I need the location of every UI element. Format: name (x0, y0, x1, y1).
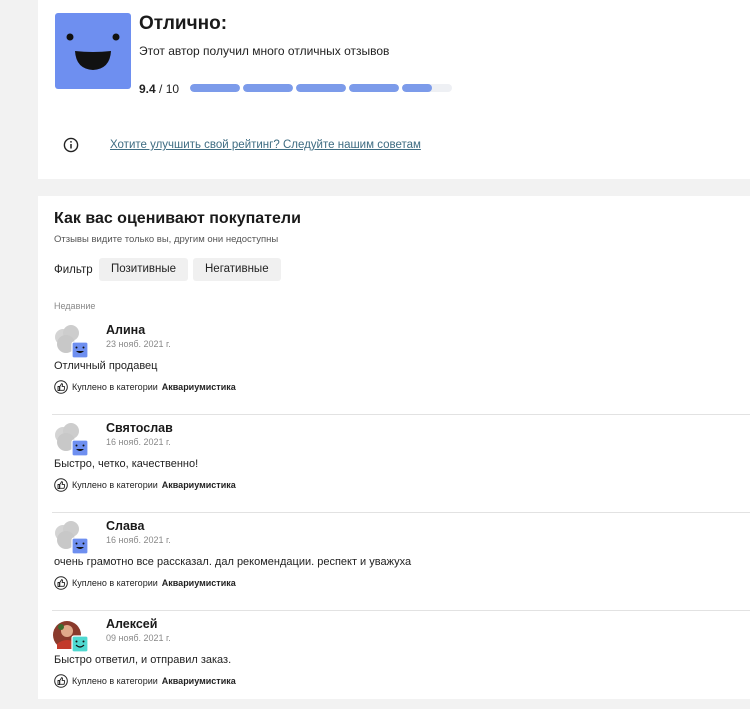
rating-bar-fill (349, 84, 399, 92)
purchase-info: Куплено в категории Аквариумистика (54, 674, 236, 688)
purchase-category: Аквариумистика (161, 480, 236, 490)
review-date: 23 нояб. 2021 г. (106, 339, 171, 349)
review-item: Алексей 09 нояб. 2021 г. Быстро ответил,… (38, 612, 750, 709)
review-date: 16 нояб. 2021 г. (106, 437, 171, 447)
purchase-prefix: Куплено в категории (72, 480, 158, 490)
avatar (53, 520, 91, 556)
avatar (53, 422, 91, 458)
recent-section-label: Недавние (54, 301, 96, 311)
rating-bar-fill (402, 84, 432, 92)
purchase-category: Аквариумистика (161, 676, 236, 686)
reviews-title: Как вас оценивают покупатели (54, 210, 301, 227)
rating-description: Этот автор получил много отличных отзыво… (139, 44, 390, 58)
thumbs-up-icon (54, 380, 68, 394)
filter-negative-button[interactable]: Негативные (193, 258, 281, 281)
review-date: 09 нояб. 2021 г. (106, 633, 171, 643)
review-item: Слава 16 нояб. 2021 г. очень грамотно вс… (38, 514, 750, 611)
purchase-prefix: Куплено в категории (72, 578, 158, 588)
reviews-subtitle: Отзывы видите только вы, другим они недо… (54, 234, 279, 245)
thumbs-up-icon (54, 478, 68, 492)
rating-score: 9.4 / 10 (139, 82, 179, 96)
purchase-info: Куплено в категории Аквариумистика (54, 576, 236, 590)
purchase-category: Аквариумистика (161, 382, 236, 392)
avatar (53, 324, 91, 360)
purchase-info: Куплено в категории Аквариумистика (54, 478, 236, 492)
rating-bar-fill (296, 84, 346, 92)
avatar (53, 618, 91, 654)
score-max: / 10 (159, 82, 180, 96)
improve-rating-link[interactable]: Хотите улучшить свой рейтинг? Следуйте н… (110, 139, 421, 151)
thumbs-up-icon (54, 576, 68, 590)
rating-bar (296, 84, 346, 92)
review-author: Слава (106, 519, 145, 533)
review-text: Быстро, четко, качественно! (54, 458, 199, 470)
purchase-prefix: Куплено в категории (72, 676, 158, 686)
rating-title: Отлично: (139, 13, 228, 34)
rating-bar-fill (190, 84, 240, 92)
review-item: Алина 23 нояб. 2021 г. Отличный продавец… (38, 318, 750, 415)
review-author: Алина (106, 323, 146, 337)
rating-bar (402, 84, 452, 92)
score-value: 9.4 (139, 82, 156, 96)
review-author: Святослав (106, 421, 173, 435)
divider (52, 610, 750, 611)
review-item: Святослав 16 нояб. 2021 г. Быстро, четко… (38, 416, 750, 513)
rating-bar (190, 84, 240, 92)
info-icon (63, 137, 79, 158)
review-text: очень грамотно все рассказал. дал рекоме… (54, 556, 412, 568)
rating-bar-fill (243, 84, 293, 92)
rating-card: Отлично: Этот автор получил много отличн… (38, 0, 750, 179)
filter-positive-button[interactable]: Позитивные (99, 258, 189, 281)
rating-bar (349, 84, 399, 92)
purchase-prefix: Куплено в категории (72, 382, 158, 392)
thumbs-up-icon (54, 674, 68, 688)
review-text: Быстро ответил, и отправил заказ. (54, 654, 232, 666)
purchase-info: Куплено в категории Аквариумистика (54, 380, 236, 394)
rating-bar (243, 84, 293, 92)
review-text: Отличный продавец (54, 360, 158, 372)
purchase-category: Аквариумистика (161, 578, 236, 588)
divider (52, 512, 750, 513)
reviews-card: Как вас оценивают покупатели Отзывы види… (38, 196, 750, 699)
divider (52, 414, 750, 415)
smiley-face-icon (55, 13, 131, 89)
review-date: 16 нояб. 2021 г. (106, 535, 171, 545)
rating-bars (190, 84, 452, 92)
filter-label: Фильтр (54, 264, 93, 276)
review-author: Алексей (106, 617, 158, 631)
